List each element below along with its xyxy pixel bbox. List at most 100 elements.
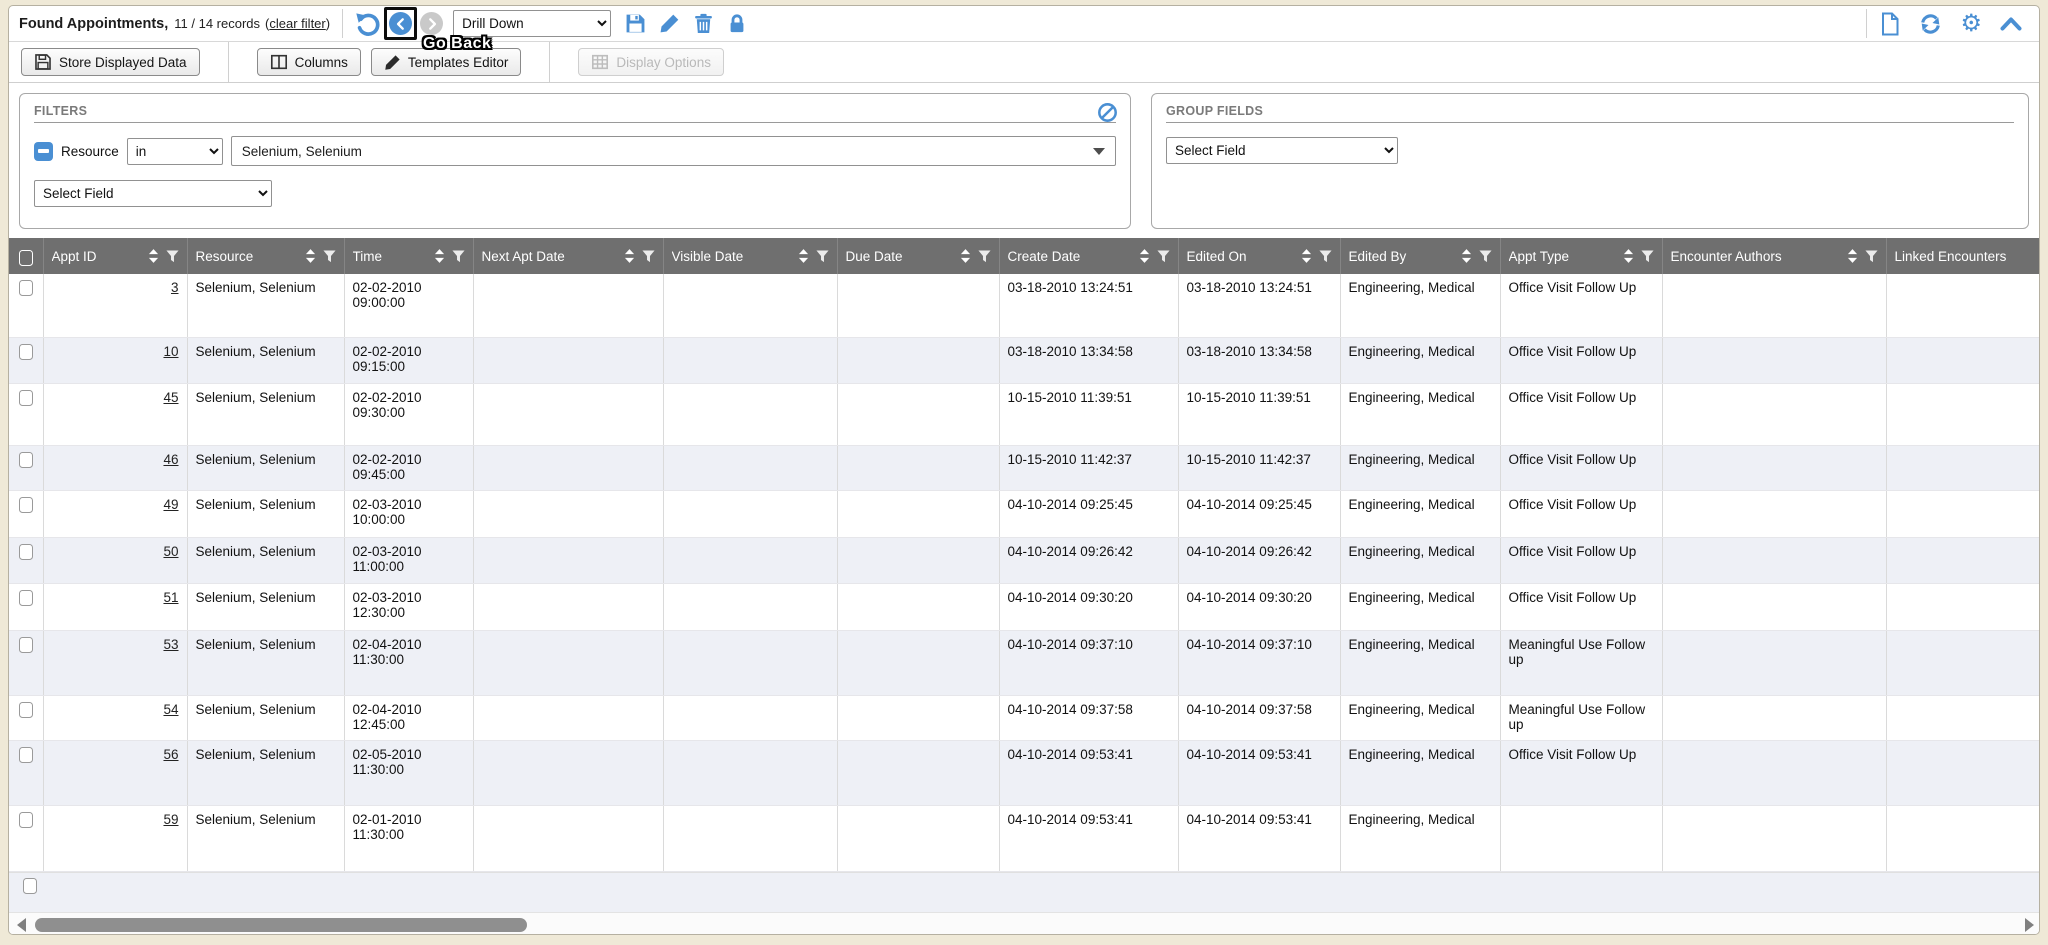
settings-gear-icon[interactable]: ⚙ bbox=[1960, 12, 1982, 36]
group-field-select[interactable]: Select Field bbox=[1166, 137, 1398, 164]
refresh-icon[interactable] bbox=[1918, 12, 1943, 36]
filter-funnel-icon[interactable] bbox=[323, 250, 336, 263]
appt-id-link[interactable]: 59 bbox=[163, 812, 178, 827]
sort-icon[interactable] bbox=[148, 249, 159, 263]
right-toolbar-separator bbox=[1866, 9, 1867, 38]
scroll-right-arrow[interactable] bbox=[2025, 918, 2034, 932]
appt-id-link[interactable]: 51 bbox=[163, 590, 178, 605]
filter-funnel-icon[interactable] bbox=[1479, 250, 1492, 263]
table-row[interactable]: 3Selenium, Selenium02-02-2010 09:00:0003… bbox=[9, 274, 2040, 337]
sort-icon[interactable] bbox=[1847, 249, 1858, 263]
history-mode-select[interactable]: Drill Down bbox=[453, 10, 611, 37]
sort-icon[interactable] bbox=[960, 249, 971, 263]
table-row[interactable]: 10Selenium, Selenium02-02-2010 09:15:000… bbox=[9, 337, 2040, 383]
column-header-encounter_authors[interactable]: Encounter Authors bbox=[1662, 238, 1886, 274]
remove-filter-icon[interactable] bbox=[34, 142, 53, 161]
row-checkbox[interactable] bbox=[19, 637, 33, 653]
display-options-button[interactable]: Display Options bbox=[578, 48, 724, 76]
collapse-chevron-up-icon[interactable] bbox=[1999, 15, 2023, 33]
column-header-appt_id[interactable]: Appt ID bbox=[43, 238, 187, 274]
go-back-button[interactable] bbox=[389, 12, 412, 35]
table-row[interactable]: 50Selenium, Selenium02-03-2010 11:00:000… bbox=[9, 537, 2040, 583]
columns-button[interactable]: Columns bbox=[257, 48, 361, 76]
filter-funnel-icon[interactable] bbox=[166, 250, 179, 263]
row-checkbox[interactable] bbox=[19, 590, 33, 606]
row-checkbox[interactable] bbox=[19, 390, 33, 406]
go-forward-button[interactable] bbox=[420, 12, 443, 35]
column-header-time[interactable]: Time bbox=[344, 238, 473, 274]
filter-operator-select[interactable]: in bbox=[127, 138, 223, 165]
save-icon[interactable] bbox=[625, 13, 646, 34]
column-header-edited_on[interactable]: Edited On bbox=[1178, 238, 1340, 274]
table-row[interactable]: 56Selenium, Selenium02-05-2010 11:30:000… bbox=[9, 740, 2040, 805]
cell-create_date: 04-10-2014 09:37:58 bbox=[999, 695, 1178, 740]
edit-pencil-icon[interactable] bbox=[659, 13, 680, 34]
sort-icon[interactable] bbox=[1461, 249, 1472, 263]
filter-value-dropdown[interactable]: Selenium, Selenium bbox=[231, 136, 1116, 166]
appt-id-link[interactable]: 56 bbox=[163, 747, 178, 762]
table-row[interactable]: 45Selenium, Selenium02-02-2010 09:30:001… bbox=[9, 383, 2040, 445]
lock-icon[interactable] bbox=[727, 13, 747, 34]
scroll-left-arrow[interactable] bbox=[17, 918, 26, 932]
sort-icon[interactable] bbox=[305, 249, 316, 263]
appt-id-link[interactable]: 49 bbox=[163, 497, 178, 512]
column-header-due_date[interactable]: Due Date bbox=[837, 238, 999, 274]
row-checkbox[interactable] bbox=[19, 497, 33, 513]
filter-funnel-icon[interactable] bbox=[1641, 250, 1654, 263]
table-row[interactable]: 51Selenium, Selenium02-03-2010 12:30:000… bbox=[9, 583, 2040, 630]
filter-funnel-icon[interactable] bbox=[1865, 250, 1878, 263]
sort-icon[interactable] bbox=[1139, 249, 1150, 263]
appt-id-link[interactable]: 54 bbox=[163, 702, 178, 717]
row-checkbox[interactable] bbox=[19, 544, 33, 560]
table-row[interactable]: 59Selenium, Selenium02-01-2010 11:30:000… bbox=[9, 805, 2040, 871]
add-filter-field-select[interactable]: Select Field bbox=[34, 180, 272, 207]
sort-icon[interactable] bbox=[798, 249, 809, 263]
table-row[interactable]: 53Selenium, Selenium02-04-2010 11:30:000… bbox=[9, 630, 2040, 695]
table-row[interactable]: 54Selenium, Selenium02-04-2010 12:45:000… bbox=[9, 695, 2040, 740]
row-checkbox[interactable] bbox=[19, 812, 33, 828]
filter-funnel-icon[interactable] bbox=[978, 250, 991, 263]
disable-filters-icon[interactable] bbox=[1097, 102, 1118, 128]
appt-id-link[interactable]: 10 bbox=[163, 344, 178, 359]
appt-id-link[interactable]: 53 bbox=[163, 637, 178, 652]
filter-funnel-icon[interactable] bbox=[642, 250, 655, 263]
row-checkbox[interactable] bbox=[19, 344, 33, 360]
column-header-create_date[interactable]: Create Date bbox=[999, 238, 1178, 274]
scrollbar-thumb[interactable] bbox=[35, 918, 527, 932]
appt-id-link[interactable]: 50 bbox=[163, 544, 178, 559]
sort-icon[interactable] bbox=[1301, 249, 1312, 263]
delete-trash-icon[interactable] bbox=[693, 13, 714, 34]
new-document-icon[interactable] bbox=[1879, 12, 1901, 36]
cell-next_apt_date bbox=[473, 537, 663, 583]
templates-editor-button[interactable]: Templates Editor bbox=[371, 48, 522, 76]
sort-icon[interactable] bbox=[1623, 249, 1634, 263]
sort-icon[interactable] bbox=[624, 249, 635, 263]
row-checkbox[interactable] bbox=[19, 280, 33, 296]
table-row[interactable]: 46Selenium, Selenium02-02-2010 09:45:001… bbox=[9, 445, 2040, 490]
row-checkbox[interactable] bbox=[19, 452, 33, 468]
row-checkbox[interactable] bbox=[23, 878, 37, 894]
column-header-appt_type[interactable]: Appt Type bbox=[1500, 238, 1662, 274]
undo-icon[interactable] bbox=[355, 11, 381, 37]
row-checkbox[interactable] bbox=[19, 702, 33, 718]
row-checkbox[interactable] bbox=[19, 747, 33, 763]
clear-filter-link[interactable]: clear filter bbox=[269, 16, 325, 31]
appt-id-link[interactable]: 46 bbox=[163, 452, 178, 467]
column-header-linked_encounters[interactable]: Linked Encounters bbox=[1886, 238, 2040, 274]
column-header-resource[interactable]: Resource bbox=[187, 238, 344, 274]
filter-funnel-icon[interactable] bbox=[1319, 250, 1332, 263]
column-header-next_apt_date[interactable]: Next Apt Date bbox=[473, 238, 663, 274]
filter-funnel-icon[interactable] bbox=[1157, 250, 1170, 263]
filter-funnel-icon[interactable] bbox=[452, 250, 465, 263]
cell-visible_date bbox=[663, 537, 837, 583]
table-row[interactable]: 49Selenium, Selenium02-03-2010 10:00:000… bbox=[9, 490, 2040, 537]
column-header-edited_by[interactable]: Edited By bbox=[1340, 238, 1500, 274]
sort-icon[interactable] bbox=[434, 249, 445, 263]
select-all-checkbox[interactable] bbox=[19, 250, 33, 266]
column-header-visible_date[interactable]: Visible Date bbox=[663, 238, 837, 274]
store-displayed-data-button[interactable]: Store Displayed Data bbox=[21, 48, 200, 76]
appt-id-link[interactable]: 3 bbox=[171, 280, 179, 295]
filter-funnel-icon[interactable] bbox=[816, 250, 829, 263]
appt-id-link[interactable]: 45 bbox=[163, 390, 178, 405]
group-fields-panel: GROUP FIELDS Select Field bbox=[1151, 93, 2029, 229]
